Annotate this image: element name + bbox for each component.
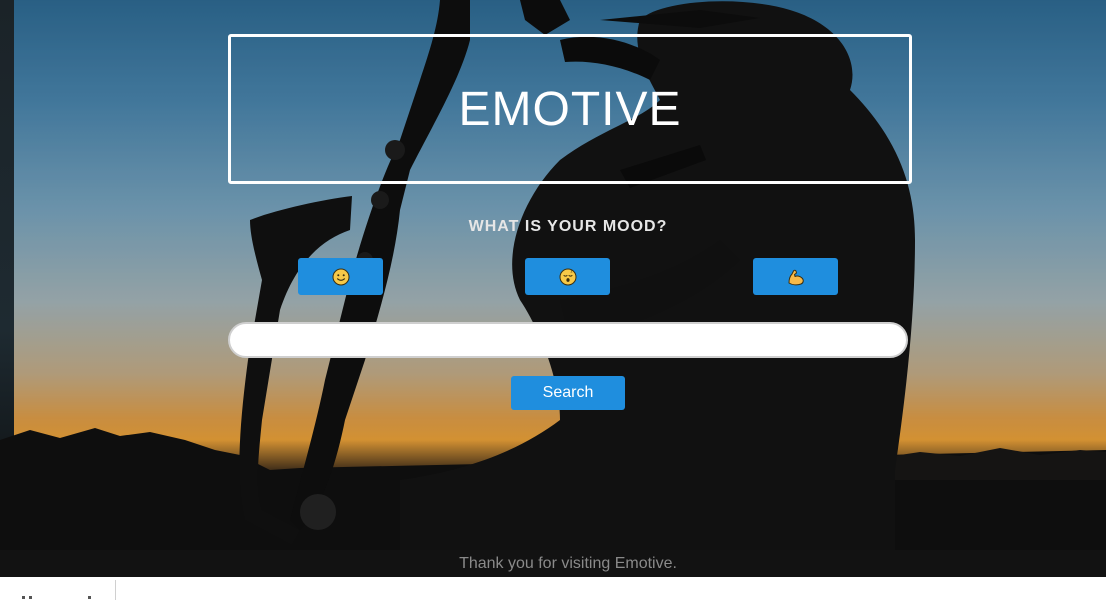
- truncated-text-fragment: [20, 592, 100, 600]
- browser-bottom-strip: [0, 577, 1106, 600]
- svg-text:z: z: [570, 268, 572, 273]
- search-input[interactable]: [228, 322, 908, 358]
- mood-button-happy[interactable]: [298, 258, 383, 295]
- mood-button-strong[interactable]: [753, 258, 838, 295]
- flexed-biceps-icon: [788, 269, 804, 285]
- sleeping-face-icon: z: [559, 268, 576, 285]
- footer: Thank you for visiting Emotive.: [0, 550, 1106, 577]
- search-button[interactable]: Search: [511, 376, 625, 410]
- app-title: EMOTIVE: [458, 82, 682, 136]
- bottom-divider: [115, 580, 116, 600]
- mood-question: WHAT IS YOUR MOOD?: [468, 218, 668, 235]
- title-box: EMOTIVE: [228, 34, 912, 184]
- footer-text: Thank you for visiting Emotive.: [459, 554, 677, 572]
- mood-button-sleepy[interactable]: z: [525, 258, 610, 295]
- slightly-smiling-face-icon: [332, 268, 349, 285]
